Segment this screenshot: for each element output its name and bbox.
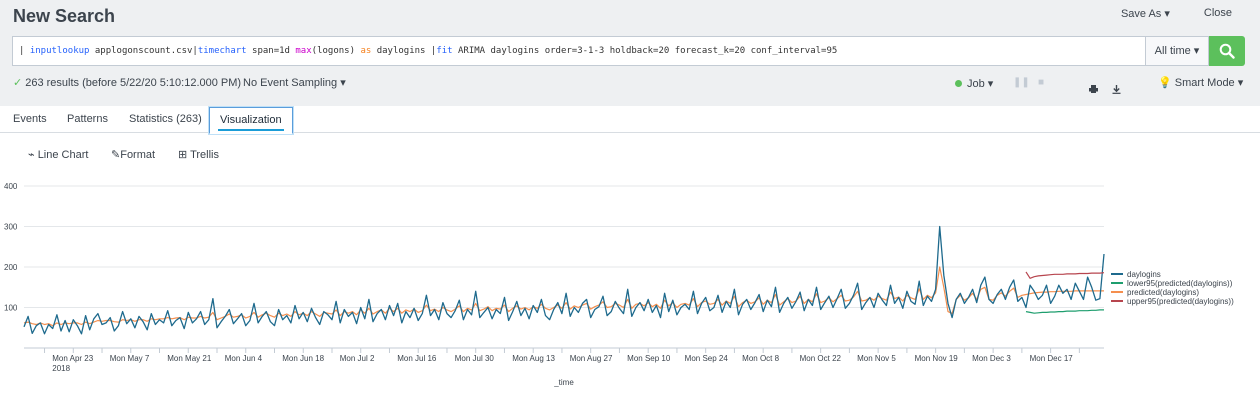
line-chart: 100 200 300 400 Mon Apr 232018 Mon May 7 Mon M… <box>4 182 1234 387</box>
x-tick-label: Mon Oct 22 <box>800 354 842 363</box>
search-mode-dropdown[interactable]: 💡 Smart Mode ▾ <box>1158 76 1243 89</box>
trellis-label: Trellis <box>190 149 220 161</box>
x-tick-label: Mon Dec 3 <box>972 354 1011 363</box>
trellis-menu[interactable]: ⊞ Trellis <box>178 148 219 161</box>
query-token: as <box>360 46 372 56</box>
x-tick-label: 2018 <box>52 364 70 373</box>
search-button[interactable] <box>1209 36 1245 66</box>
tab-statistics[interactable]: Statistics (263) <box>129 113 202 125</box>
y-tick-label: 300 <box>4 223 18 232</box>
series-line-lower95-predicted-daylogins- <box>1025 309 1104 314</box>
x-tick-label: Mon Jul 16 <box>397 354 437 363</box>
x-tick-label: Mon Jul 2 <box>340 354 375 363</box>
x-tick-label: Mon Sep 24 <box>685 354 729 363</box>
trellis-icon: ⊞ <box>178 149 188 161</box>
line-chart-menu[interactable]: ⌁ Line Chart <box>28 148 88 161</box>
x-axis-title: _time <box>553 378 574 387</box>
line-chart-icon: ⌁ <box>28 149 35 161</box>
legend-label: lower95(predicted(daylogins)) <box>1127 279 1233 288</box>
tab-events[interactable]: Events <box>13 113 47 125</box>
page-title: New Search <box>13 6 116 26</box>
x-tick-label: Mon Nov 19 <box>915 354 959 363</box>
line-chart-label: Line Chart <box>37 149 89 161</box>
tab-visualization[interactable]: Visualization <box>209 107 293 134</box>
query-token: (logons) <box>311 46 361 56</box>
pencil-icon: ✎ <box>111 149 121 161</box>
query-token: ARIMA daylogins order=3-1-3 holdback=20 … <box>452 46 838 56</box>
search-icon <box>1219 43 1235 59</box>
pause-icon[interactable]: ❚❚ <box>1013 77 1030 88</box>
print-icon[interactable] <box>1089 85 1098 96</box>
header-actions: Save As ▾ Close <box>1121 7 1232 20</box>
query-token: inputlookup <box>29 46 90 56</box>
format-label: Format <box>120 149 156 161</box>
y-tick-label: 200 <box>4 263 18 272</box>
time-range-picker[interactable]: All time ▾ <box>1145 36 1209 66</box>
query-token: fit <box>436 46 453 56</box>
app-header: New Search Save As ▾ Close | inputlookup… <box>0 0 1260 106</box>
legend-label: upper95(predicted(daylogins)) <box>1127 297 1234 306</box>
series-line-upper95-predicted-daylogins- <box>1025 271 1105 279</box>
lightbulb-icon: 💡 <box>1158 77 1172 89</box>
results-count: 263 results (before 5/22/20 5:10:12.000 … <box>25 77 242 89</box>
job-status-icon <box>955 80 962 87</box>
search-mode-label: Smart Mode ▾ <box>1174 77 1244 89</box>
format-menu[interactable]: ✎Format <box>111 148 155 161</box>
x-tick-label: Mon Nov 5 <box>857 354 896 363</box>
results-tabs: Events Patterns Statistics (263) Visuali… <box>0 106 1260 134</box>
tab-patterns[interactable]: Patterns <box>67 113 108 125</box>
stop-icon[interactable]: ■ <box>1038 77 1044 88</box>
x-tick-label: Mon Apr 23 <box>52 354 93 363</box>
legend-label: daylogins <box>1127 270 1161 279</box>
series-line-predicted-daylogins- <box>23 266 1104 327</box>
results-status: ✓ 263 results (before 5/22/20 5:10:12.000… <box>13 76 241 89</box>
legend-label: predicted(daylogins) <box>1127 288 1199 297</box>
x-tick-label: Mon May 7 <box>110 354 150 363</box>
job-menu[interactable]: Job ▾ <box>955 77 993 90</box>
x-tick-label: Mon Jun 18 <box>282 354 324 363</box>
x-tick-label: Mon Sep 10 <box>627 354 671 363</box>
x-tick-label: Mon May 21 <box>167 354 212 363</box>
event-sampling-dropdown[interactable]: No Event Sampling ▾ <box>243 76 346 89</box>
search-input[interactable]: | inputlookup applogonscount.csv|timecha… <box>12 36 1145 66</box>
query-token: max <box>295 46 312 56</box>
check-icon: ✓ <box>13 77 23 89</box>
export-icon[interactable] <box>1112 85 1121 97</box>
x-tick-label: Mon Aug 13 <box>512 354 555 363</box>
x-tick-label: Mon Oct 8 <box>742 354 779 363</box>
query-token: daylogins | <box>371 46 437 56</box>
query-token: | <box>19 46 30 56</box>
close-button[interactable]: Close <box>1204 7 1232 20</box>
y-tick-label: 400 <box>4 182 18 191</box>
query-token: span=1d <box>246 46 296 56</box>
x-tick-label: Mon Aug 27 <box>570 354 613 363</box>
x-tick-label: Mon Jun 4 <box>225 354 263 363</box>
y-tick-label: 100 <box>4 304 18 313</box>
save-as-button[interactable]: Save As ▾ <box>1121 7 1170 20</box>
x-tick-label: Mon Dec 17 <box>1030 354 1074 363</box>
query-token: applogonscount.csv| <box>89 46 198 56</box>
query-token: timechart <box>197 46 247 56</box>
x-tick-label: Mon Jul 30 <box>455 354 495 363</box>
job-label: Job ▾ <box>967 78 994 90</box>
